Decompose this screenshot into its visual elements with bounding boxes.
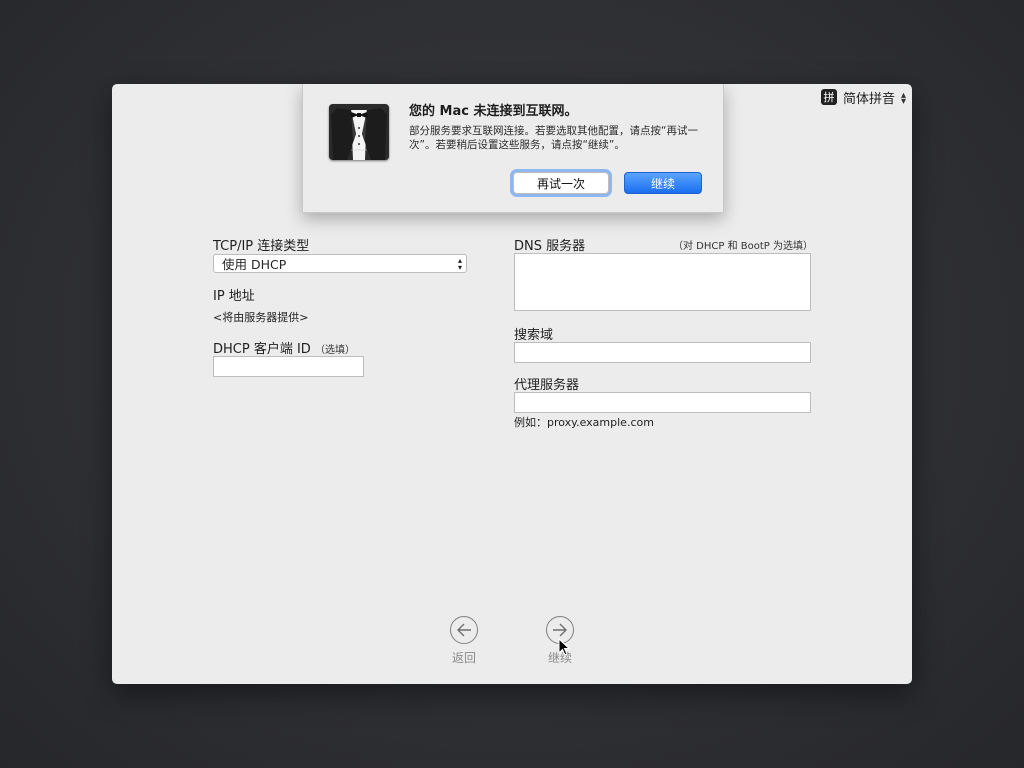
- back-label: 返回: [451, 651, 476, 665]
- retry-button[interactable]: 再试一次: [513, 172, 609, 194]
- tcpip-label: TCP/IP 连接类型: [213, 239, 310, 254]
- tcpip-select[interactable]: 使用 DHCP ▴ ▾: [213, 254, 467, 273]
- dns-server-hint: （对 DHCP 和 BootP 为选填）: [673, 241, 813, 252]
- dhcp-client-id-hint: （选填）: [315, 345, 355, 356]
- ip-address-label: IP 地址: [213, 289, 255, 304]
- search-domain-field[interactable]: [514, 342, 811, 363]
- chevron-updown-icon: ▴ ▾: [900, 90, 906, 107]
- dns-server-field[interactable]: [514, 253, 811, 311]
- alert-continue-button[interactable]: 继续: [624, 172, 702, 194]
- tcpip-select-value: 使用 DHCP: [222, 257, 287, 272]
- mouse-pointer-icon: [558, 637, 571, 660]
- dhcp-client-id-label: DHCP 客户端 ID: [213, 342, 311, 357]
- ip-address-value: <将由服务器提供>: [213, 311, 309, 324]
- setup-assistant-tuxedo-icon: [329, 104, 389, 160]
- back-nav[interactable]: 返回: [444, 616, 484, 666]
- proxy-example-text: 例如：proxy.example.com: [514, 416, 654, 429]
- proxy-server-field[interactable]: [514, 392, 811, 413]
- input-method-name: 简体拼音: [842, 91, 895, 107]
- arrow-left-icon[interactable]: [450, 616, 478, 644]
- no-internet-alert: 您的 Mac 未连接到互联网。 部分服务要求互联网连接。若要选取其他配置，请点按…: [302, 84, 724, 213]
- setup-window: 拼 简体拼音 ▴ ▾ 您的 Mac 未连接到互联网。 部分服务要求互联网连接。若…: [112, 84, 912, 684]
- dns-server-label: DNS 服务器: [514, 239, 586, 254]
- alert-title: 您的 Mac 未连接到互联网。: [409, 104, 578, 119]
- proxy-server-label: 代理服务器: [514, 378, 580, 393]
- search-domain-label: 搜索域: [514, 328, 554, 343]
- chevron-updown-icon: ▴ ▾: [457, 256, 462, 272]
- dhcp-client-id-field[interactable]: [213, 356, 364, 377]
- input-method-menu[interactable]: 拼 简体拼音 ▴ ▾: [820, 88, 906, 107]
- input-method-badge-icon: 拼: [820, 89, 837, 105]
- alert-message: 部分服务要求互联网连接。若要选取其他配置，请点按“再试一次”。若要稍后设置这些服…: [409, 125, 698, 151]
